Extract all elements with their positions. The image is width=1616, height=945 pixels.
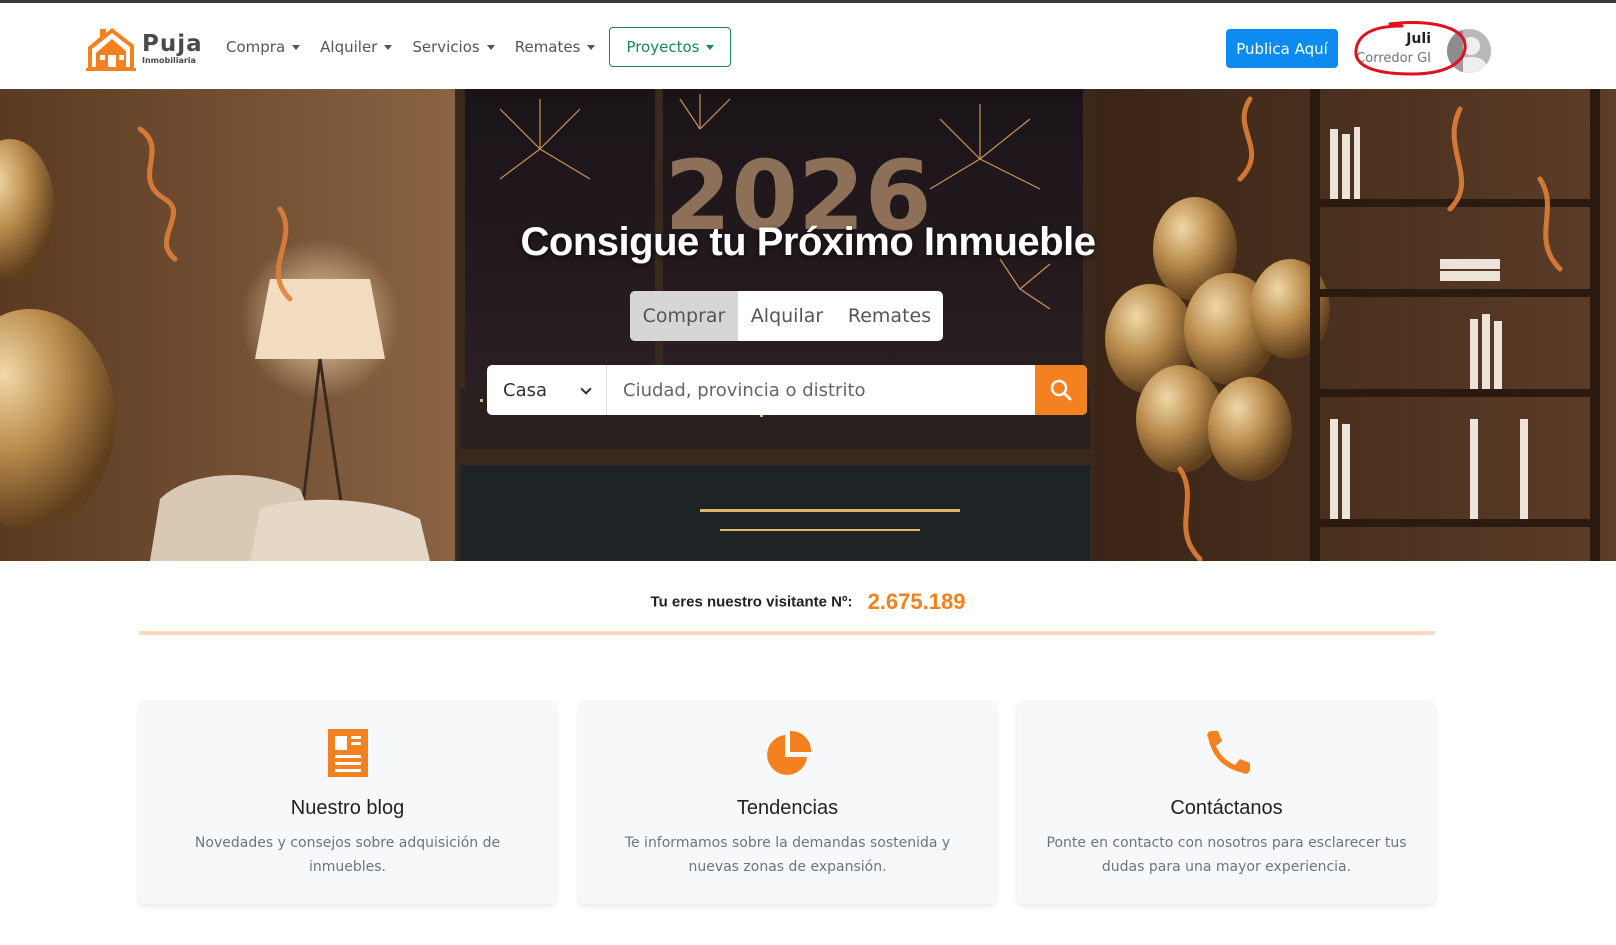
- nav-proyectos-dropdown[interactable]: Proyectos: [609, 27, 732, 67]
- brand-subtitle: Inmobiliaria: [142, 55, 196, 65]
- divider: [139, 631, 1435, 635]
- house-logo-icon: [86, 28, 136, 71]
- tab-comprar[interactable]: Comprar: [630, 291, 738, 341]
- visitor-count: 2.675.189: [867, 589, 966, 614]
- nav-compra-label: Compra: [226, 38, 286, 56]
- tab-remates[interactable]: Remates: [836, 291, 943, 341]
- user-silhouette-icon: [1447, 29, 1491, 73]
- user-name: Juli: [1406, 31, 1431, 47]
- brand-name: Puja: [142, 30, 203, 57]
- top-navbar: Puja Inmobiliaria Compra Alquiler Servic…: [0, 6, 1616, 89]
- chevron-down-icon: [580, 383, 592, 395]
- visitor-counter: Tu eres nuestro visitante Nº: 2.675.189: [0, 589, 1616, 615]
- search-icon: [1050, 379, 1072, 401]
- nav-servicios-label: Servicios: [412, 38, 480, 56]
- publish-button[interactable]: Publica Aquí: [1226, 29, 1338, 68]
- phone-icon: [1207, 731, 1250, 774]
- card-tendencias[interactable]: Tendencias Te informamos sobre la demand…: [579, 701, 996, 904]
- property-type-select[interactable]: Casa: [487, 365, 607, 415]
- card-blog[interactable]: Nuestro blog Novedades y consejos sobre …: [139, 701, 556, 904]
- card-text: Te informamos sobre la demandas sostenid…: [624, 835, 951, 875]
- avatar[interactable]: [1447, 29, 1491, 73]
- card-title: Contáctanos: [1170, 797, 1283, 819]
- caret-down-icon: [587, 44, 596, 50]
- user-role: Corredor GI: [1356, 51, 1431, 66]
- search-bar: Casa Ciudad, provincia o distrito: [487, 365, 1087, 415]
- caret-down-icon: [384, 44, 393, 50]
- search-button[interactable]: [1035, 365, 1087, 415]
- nav-remates-dropdown[interactable]: Remates: [515, 38, 596, 56]
- card-text: Novedades y consejos sobre adquisición d…: [194, 835, 501, 875]
- card-text: Ponte en contacto con nosotros para escl…: [1046, 835, 1407, 875]
- nav-alquiler-label: Alquiler: [320, 38, 378, 56]
- blog-document-icon: [328, 729, 368, 777]
- operation-tabs: Comprar Alquilar Remates: [630, 291, 943, 341]
- hero-title: Consigue tu Próximo Inmueble: [520, 220, 1096, 264]
- nav-remates-label: Remates: [514, 38, 581, 56]
- main-menu: Compra Alquiler Servicios Remates Proyec…: [226, 27, 751, 67]
- card-contacto[interactable]: Contáctanos Ponte en contacto con nosotr…: [1018, 701, 1435, 904]
- nav-compra-dropdown[interactable]: Compra: [226, 38, 301, 56]
- card-title: Nuestro blog: [290, 797, 405, 819]
- nav-proyectos-label: Proyectos: [626, 38, 700, 56]
- user-menu[interactable]: Juli Corredor GI: [1356, 24, 1491, 80]
- nav-alquiler-dropdown[interactable]: Alquiler: [320, 38, 393, 56]
- caret-down-icon: [706, 44, 715, 50]
- hero-banner: 2026 Consigue tu Próximo Inmueble Compra…: [0, 89, 1616, 561]
- pie-chart-icon: [767, 730, 812, 775]
- caret-down-icon: [292, 44, 301, 50]
- location-search-input[interactable]: Ciudad, provincia o distrito: [607, 365, 1035, 415]
- visitor-label: Tu eres nuestro visitante Nº:: [650, 593, 853, 611]
- card-title: Tendencias: [736, 797, 839, 819]
- property-type-value: Casa: [503, 379, 548, 401]
- brand-logo[interactable]: Puja Inmobiliaria: [86, 25, 206, 71]
- tab-alquilar[interactable]: Alquilar: [738, 291, 836, 341]
- caret-down-icon: [486, 44, 495, 50]
- nav-servicios-dropdown[interactable]: Servicios: [412, 38, 495, 56]
